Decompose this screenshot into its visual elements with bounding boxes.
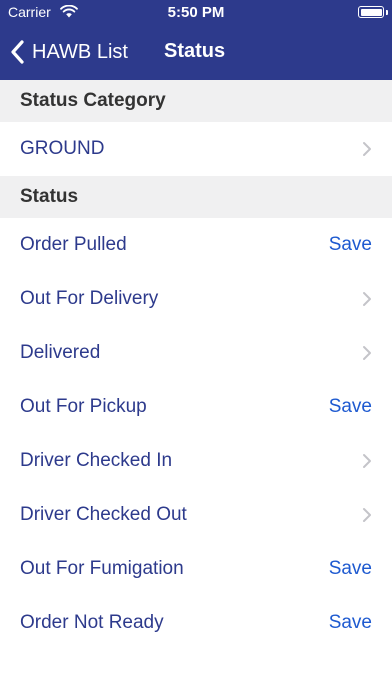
chevron-right-icon bbox=[363, 508, 371, 522]
chevron-right-icon bbox=[363, 346, 371, 360]
chevron-right-icon bbox=[363, 454, 371, 468]
status-row-out-for-delivery[interactable]: Out For Delivery bbox=[0, 272, 392, 326]
status-category-row[interactable]: GROUND bbox=[0, 122, 392, 176]
status-row-order-not-ready[interactable]: Order Not Ready Save bbox=[0, 596, 392, 650]
status-row-label: Delivered bbox=[20, 342, 101, 363]
status-time: 5:50 PM bbox=[167, 4, 225, 21]
chevron-right-icon bbox=[363, 142, 371, 156]
chevron-left-icon bbox=[11, 40, 24, 64]
status-row-label: Driver Checked In bbox=[20, 450, 173, 471]
back-button-label: HAWB List bbox=[32, 40, 128, 63]
status-list: Status Category GROUND Status Order Pull… bbox=[0, 80, 392, 650]
back-button[interactable]: HAWB List bbox=[10, 36, 128, 68]
chevron-right-icon bbox=[363, 292, 371, 306]
status-row-label: Out For Pickup bbox=[20, 396, 147, 417]
section-header-status-category: Status Category bbox=[0, 80, 392, 122]
save-button[interactable]: Save bbox=[329, 558, 372, 580]
save-button[interactable]: Save bbox=[329, 234, 372, 256]
status-row-driver-checked-out[interactable]: Driver Checked Out bbox=[0, 488, 392, 542]
save-button[interactable]: Save bbox=[329, 396, 372, 418]
save-button[interactable]: Save bbox=[329, 612, 372, 634]
status-row-label: Out For Fumigation bbox=[20, 558, 184, 579]
status-row-order-pulled[interactable]: Order Pulled Save bbox=[0, 218, 392, 272]
battery-tip bbox=[385, 9, 388, 15]
status-row-delivered[interactable]: Delivered bbox=[0, 326, 392, 380]
status-row-label: Driver Checked Out bbox=[20, 504, 187, 525]
status-row-label: Order Not Ready bbox=[20, 612, 164, 633]
section-header-label: Status Category bbox=[20, 90, 166, 111]
page-title: Status bbox=[164, 40, 226, 62]
app-header: Carrier 5:50 PM HAWB List Status bbox=[0, 0, 392, 80]
section-header-status: Status bbox=[0, 176, 392, 218]
status-row-label: Order Pulled bbox=[20, 234, 127, 255]
status-row-driver-checked-in[interactable]: Driver Checked In bbox=[0, 434, 392, 488]
status-row-label: Out For Delivery bbox=[20, 288, 159, 309]
status-row-out-for-fumigation[interactable]: Out For Fumigation Save bbox=[0, 542, 392, 596]
status-row-out-for-pickup[interactable]: Out For Pickup Save bbox=[0, 380, 392, 434]
status-category-value: GROUND bbox=[20, 138, 105, 159]
navigation-bar: HAWB List Status bbox=[0, 26, 392, 80]
section-header-label: Status bbox=[20, 186, 79, 207]
status-bar: Carrier 5:50 PM bbox=[0, 0, 392, 26]
battery-icon bbox=[358, 6, 384, 18]
